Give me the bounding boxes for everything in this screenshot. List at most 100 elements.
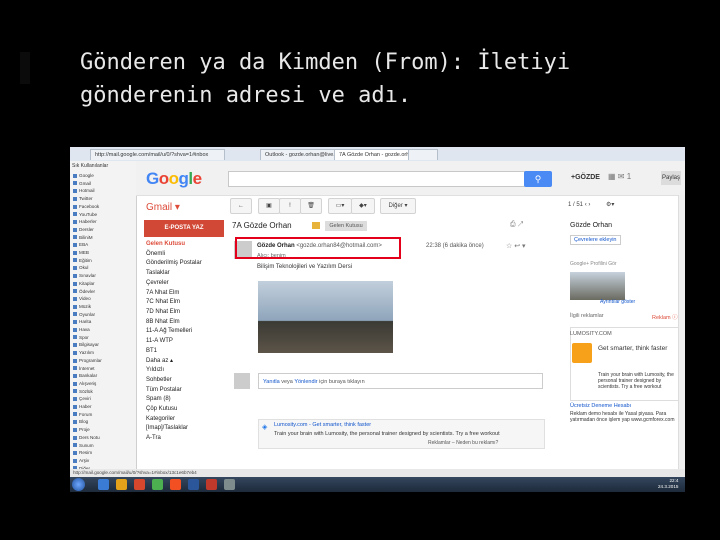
- favorite-item[interactable]: YouTube: [73, 212, 97, 217]
- favorite-item[interactable]: Arşiv: [73, 458, 89, 463]
- nav-item[interactable]: Daha az ▴: [146, 357, 173, 364]
- nav-item[interactable]: 7D Nhat Elm: [146, 309, 180, 315]
- favorite-item[interactable]: Yazılım: [73, 350, 94, 355]
- favorite-item[interactable]: EBA: [73, 242, 88, 247]
- archive-button[interactable]: ▣: [258, 198, 280, 214]
- nav-item[interactable]: [Imap]/Taslaklar: [146, 425, 188, 431]
- favorite-item[interactable]: BiliniM: [73, 235, 93, 240]
- search-button[interactable]: ⚲: [524, 171, 552, 187]
- ad-title[interactable]: Lumosity.com - Get smarter, think faster: [274, 422, 371, 428]
- share-button[interactable]: Paylaş: [661, 171, 681, 185]
- explorer-icon[interactable]: [116, 479, 127, 490]
- nav-item[interactable]: Önemli: [146, 251, 165, 257]
- favorite-item[interactable]: Alışveriş: [73, 381, 96, 386]
- browser-tab-address[interactable]: http://mail.google.com/mail/u/0/?shva=1#…: [90, 149, 225, 160]
- word-icon[interactable]: [188, 479, 199, 490]
- nav-item[interactable]: 7A Nhat Elm: [146, 290, 179, 296]
- chrome-icon[interactable]: [152, 479, 163, 490]
- office-icon[interactable]: [170, 479, 181, 490]
- favorites-header[interactable]: Sık Kullanılanlar: [72, 163, 108, 169]
- favorite-item[interactable]: Forum: [73, 412, 92, 417]
- favorite-item[interactable]: Haberler: [73, 219, 97, 224]
- scrollbar[interactable]: [678, 195, 685, 469]
- nav-item[interactable]: 8B Nhat Elm: [146, 319, 180, 325]
- media-icon[interactable]: [134, 479, 145, 490]
- print-icon[interactable]: ⎙ ↗: [510, 221, 523, 229]
- move-button[interactable]: ▭▾: [328, 198, 352, 214]
- ad-footer[interactable]: Reklamlar – Neden bu reklamı?: [428, 440, 498, 446]
- favorite-item[interactable]: Facebook: [73, 204, 99, 209]
- back-button[interactable]: ←: [230, 198, 252, 214]
- favorite-item[interactable]: Google: [73, 173, 94, 178]
- nav-item[interactable]: 7C Nhat Elm: [146, 299, 180, 305]
- favorite-item[interactable]: Bilgisayar: [73, 342, 99, 347]
- favorite-item[interactable]: Programlar: [73, 358, 102, 363]
- favorite-item[interactable]: Harita: [73, 319, 91, 324]
- favorite-item[interactable]: Proje: [73, 427, 90, 432]
- more-button[interactable]: Diğer ▾: [380, 198, 416, 214]
- start-button[interactable]: [72, 478, 85, 491]
- nav-item[interactable]: 11-A Ağ Temelleri: [146, 328, 192, 334]
- show-details-link[interactable]: Ayrıntılar göster: [600, 299, 635, 305]
- favorite-item[interactable]: Bankalar: [73, 373, 97, 378]
- side-ad-title[interactable]: Ücretsiz Deneme Hesabı: [570, 403, 631, 409]
- delete-button[interactable]: 🗑: [300, 198, 322, 214]
- add-to-circles-button[interactable]: Çevrelere ekleyin: [570, 235, 621, 245]
- nav-item[interactable]: Yıldızlı: [146, 367, 164, 373]
- settings-icon[interactable]: ⚙▾: [606, 202, 614, 208]
- message-photo[interactable]: [258, 281, 393, 353]
- favorite-item[interactable]: Hava: [73, 327, 90, 332]
- to-line[interactable]: Alıcı: benim: [257, 253, 286, 259]
- favorite-item[interactable]: Müzik: [73, 304, 91, 309]
- label-chip[interactable]: Gelen Kutusu: [325, 221, 367, 231]
- favorite-item[interactable]: Kitaplar: [73, 281, 95, 286]
- nav-item[interactable]: Kategoriler: [146, 416, 175, 422]
- nav-item[interactable]: Gelen Kutusu: [146, 241, 185, 247]
- google-user[interactable]: +GÖZDE: [571, 174, 600, 181]
- nav-item[interactable]: Taslaklar: [146, 270, 170, 276]
- nav-item[interactable]: Spam (8): [146, 396, 171, 402]
- browser-tab-gmail[interactable]: 7A Gözde Orhan - gozde.orhan...: [334, 149, 414, 160]
- reply-link[interactable]: Yanıtla: [263, 379, 280, 385]
- nav-item[interactable]: Sohbetler: [146, 377, 172, 383]
- favorite-item[interactable]: Sunum: [73, 443, 94, 448]
- app-icon[interactable]: [224, 479, 235, 490]
- favorite-item[interactable]: Resim: [73, 450, 92, 455]
- favorite-item[interactable]: Haber: [73, 404, 92, 409]
- nav-item[interactable]: A-Tra: [146, 435, 161, 441]
- nav-item[interactable]: Gönderilmiş Postalar: [146, 260, 202, 266]
- apps-icon[interactable]: ▦ ✉ 1: [608, 172, 631, 181]
- favorite-item[interactable]: Spor: [73, 335, 89, 340]
- favorite-item[interactable]: Hotmail: [73, 188, 95, 193]
- favorite-item[interactable]: İnternet: [73, 366, 95, 371]
- favorite-item[interactable]: Gmail: [73, 181, 91, 186]
- star-icon[interactable]: ☆ ↩ ▾: [506, 242, 526, 250]
- favorite-item[interactable]: Twitter: [73, 196, 93, 201]
- browser-tab-new[interactable]: [408, 149, 438, 160]
- ie-icon[interactable]: [98, 479, 109, 490]
- forward-link[interactable]: Yönlendir: [294, 379, 317, 385]
- spam-button[interactable]: !: [279, 198, 301, 214]
- profile-link[interactable]: Google+ Profilini Gör: [570, 261, 617, 267]
- nav-item[interactable]: BT1: [146, 348, 157, 354]
- favorite-item[interactable]: Okul: [73, 265, 88, 270]
- search-input[interactable]: [228, 171, 525, 187]
- favorite-item[interactable]: Eğitim: [73, 258, 92, 263]
- favorite-item[interactable]: Video: [73, 296, 91, 301]
- favorite-item[interactable]: Ödevler: [73, 289, 95, 294]
- favorite-item[interactable]: MEB: [73, 250, 89, 255]
- labels-button[interactable]: ◆▾: [351, 198, 375, 214]
- favorite-item[interactable]: Dersler: [73, 227, 94, 232]
- contact-name[interactable]: Gözde Orhan: [570, 222, 612, 229]
- nav-item[interactable]: Çöp Kutusu: [146, 406, 177, 412]
- nav-item[interactable]: 11-A WTP: [146, 338, 173, 344]
- nav-item[interactable]: Çevreler: [146, 280, 169, 286]
- nav-item[interactable]: Tüm Postalar: [146, 387, 182, 393]
- powerpoint-icon[interactable]: [206, 479, 217, 490]
- favorite-item[interactable]: Oyunlar: [73, 312, 95, 317]
- favorite-item[interactable]: Ders Notu: [73, 435, 100, 440]
- google-logo[interactable]: Google: [146, 169, 202, 189]
- ad-info-link[interactable]: Reklam ⓘ: [652, 313, 678, 321]
- gmail-app-switcher[interactable]: Gmail ▾: [146, 202, 180, 213]
- favorite-item[interactable]: Çeviri: [73, 396, 91, 401]
